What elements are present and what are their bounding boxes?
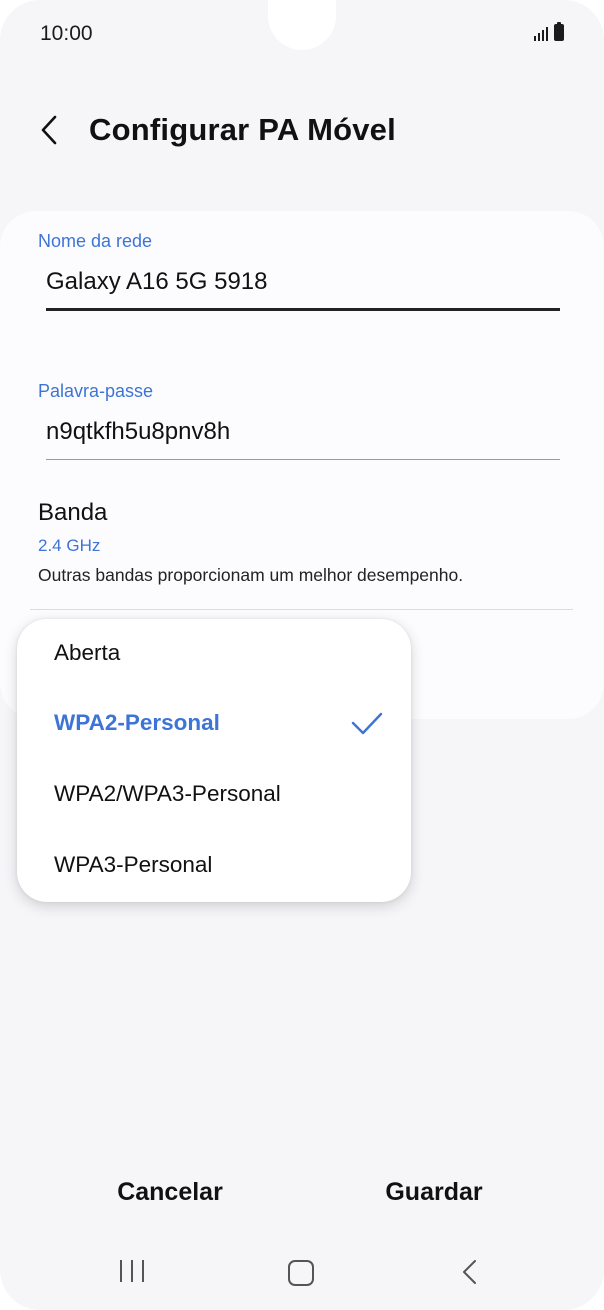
back-nav-icon[interactable] (458, 1258, 482, 1286)
cancel-button[interactable]: Cancelar (90, 1178, 250, 1218)
security-dropdown-menu: Aberta WPA2-Personal WPA2/WPA3-Personal … (17, 619, 411, 902)
network-name-underline (46, 308, 560, 311)
page-title: Configurar PA Móvel (89, 112, 396, 147)
home-icon[interactable] (288, 1260, 314, 1286)
password-input[interactable]: n9qtkfh5u8pnv8h (46, 418, 230, 446)
password-underline (46, 459, 560, 460)
band-value: 2.4 GHz (38, 536, 101, 555)
chevron-left-icon (41, 115, 57, 145)
network-name-label: Nome da rede (38, 231, 153, 251)
dropdown-option-aberta[interactable]: Aberta (17, 620, 411, 690)
dropdown-option-label: WPA3-Personal (54, 852, 213, 877)
status-icons (534, 22, 564, 41)
dropdown-option-wpa3-personal[interactable]: WPA3-Personal (17, 832, 411, 902)
back-button[interactable] (30, 108, 70, 152)
signal-icon (534, 25, 548, 41)
camera-notch (268, 0, 336, 50)
network-name-input[interactable]: Galaxy A16 5G 5918 (46, 268, 267, 296)
band-title: Banda (38, 499, 108, 526)
divider (30, 609, 573, 610)
status-bar: 10:00 (0, 0, 604, 70)
header: Configurar PA Móvel (0, 100, 604, 160)
navigation-bar (0, 1250, 604, 1310)
status-time: 10:00 (40, 22, 93, 45)
band-description: Outras bandas proporcionam um melhor des… (38, 565, 464, 585)
password-label: Palavra-passe (38, 381, 154, 401)
save-button[interactable]: Guardar (354, 1178, 514, 1218)
dropdown-option-wpa2-personal[interactable]: WPA2-Personal (17, 690, 411, 760)
check-icon (351, 712, 383, 735)
dropdown-option-wpa2-wpa3-personal[interactable]: WPA2/WPA3-Personal (17, 761, 411, 831)
dropdown-option-label: Aberta (54, 640, 121, 665)
battery-icon (554, 22, 564, 41)
recent-apps-icon[interactable] (120, 1260, 144, 1284)
dropdown-option-label: WPA2-Personal (54, 710, 220, 735)
screen: 10:00 Configurar PA Móvel Nome da rede G… (0, 0, 604, 1310)
dropdown-option-label: WPA2/WPA3-Personal (54, 781, 281, 806)
